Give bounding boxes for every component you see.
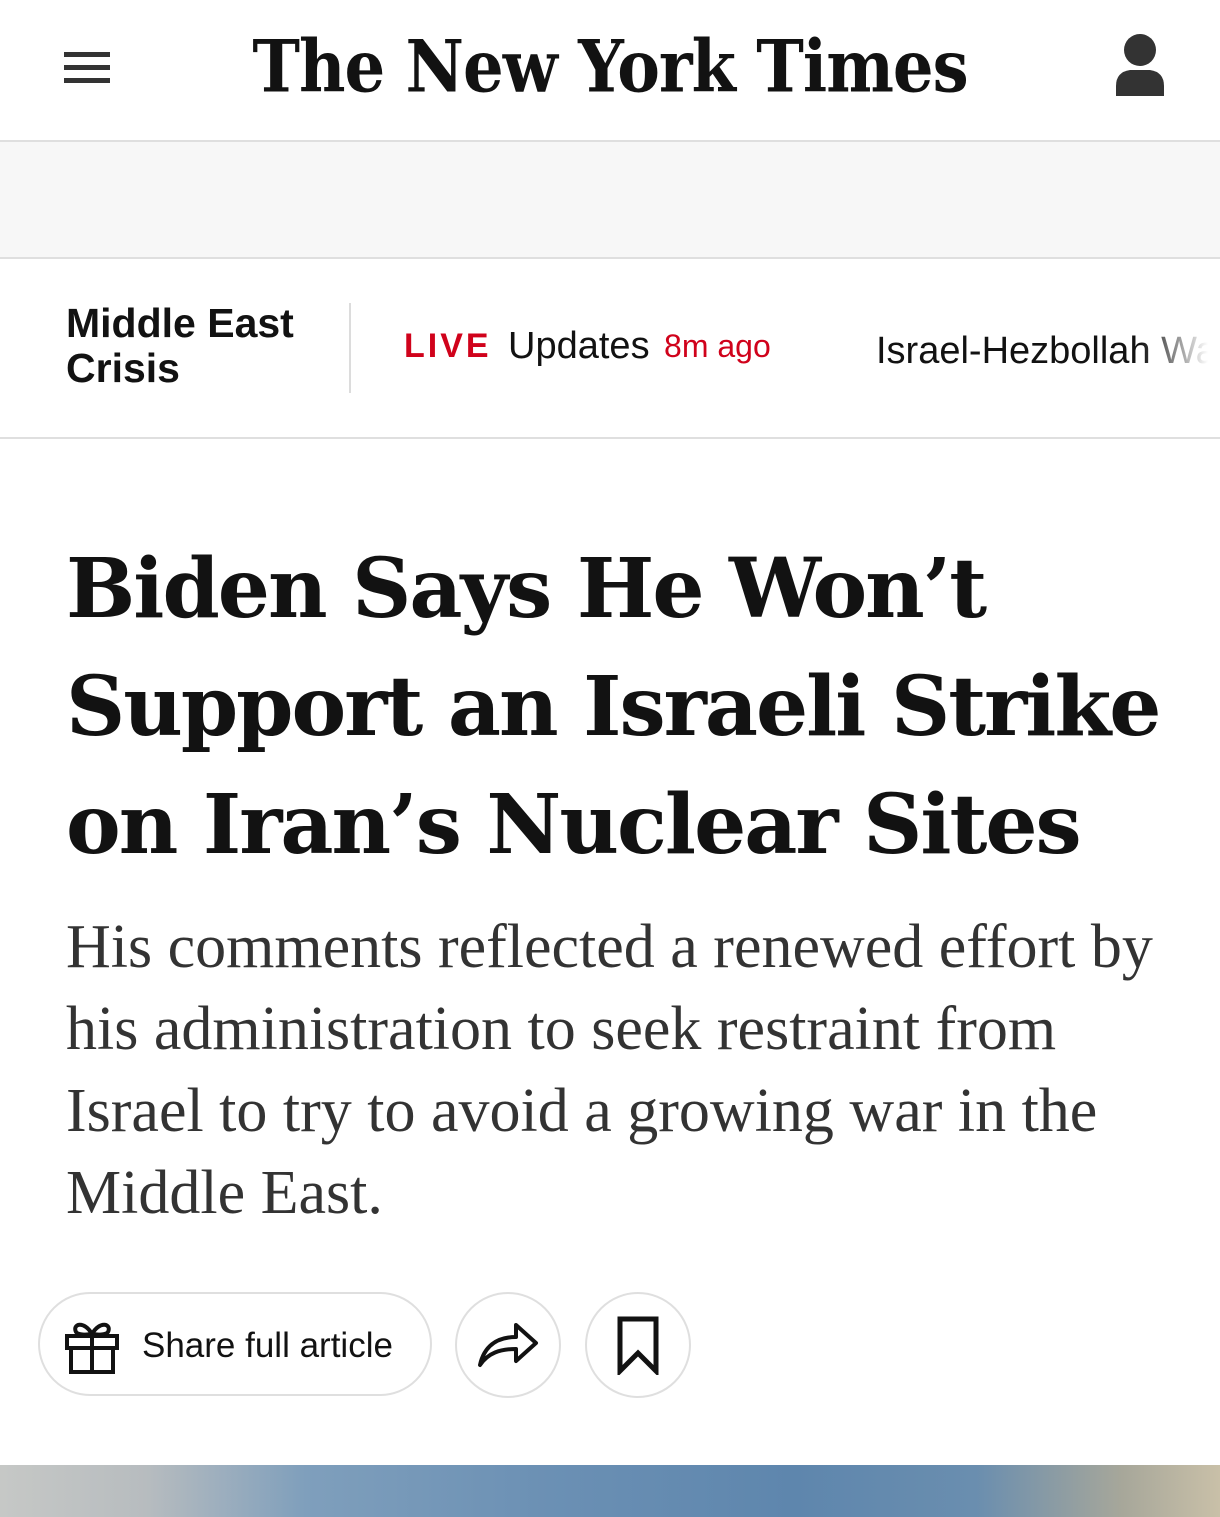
share-button[interactable] [455,1292,561,1398]
menu-button[interactable] [56,40,120,96]
user-account-icon [1116,34,1164,96]
live-timestamp: 8m ago [664,328,771,364]
section-label[interactable]: Middle East Crisis [66,301,326,391]
save-button[interactable] [585,1292,691,1398]
nyt-logo[interactable]: The New York Times [240,12,980,124]
subnav-divider [349,303,351,393]
article-summary: His comments reflected a renewed effort … [66,913,1153,1227]
share-full-article-label: Share full article [142,1326,393,1365]
section-subnav: Middle East Crisis LIVE Updates 8m ago I… [0,259,1220,439]
share-full-article-button[interactable]: Share full article [38,1292,432,1396]
share-arrow-icon [478,1323,538,1367]
scroll-fade [1140,259,1220,435]
live-badge: LIVE [404,327,492,365]
ad-placeholder [0,142,1220,259]
article-headline: Biden Says He Won’t Support an Israeli S… [66,541,1161,873]
live-updates-link[interactable]: LIVE Updates 8m ago [404,325,771,377]
bookmark-icon [617,1316,659,1375]
live-updates-label: Updates [508,325,650,367]
lead-image [0,1465,1220,1517]
account-button[interactable] [1108,30,1172,102]
gift-icon [65,1322,119,1374]
masthead: The New York Times [0,0,1220,142]
